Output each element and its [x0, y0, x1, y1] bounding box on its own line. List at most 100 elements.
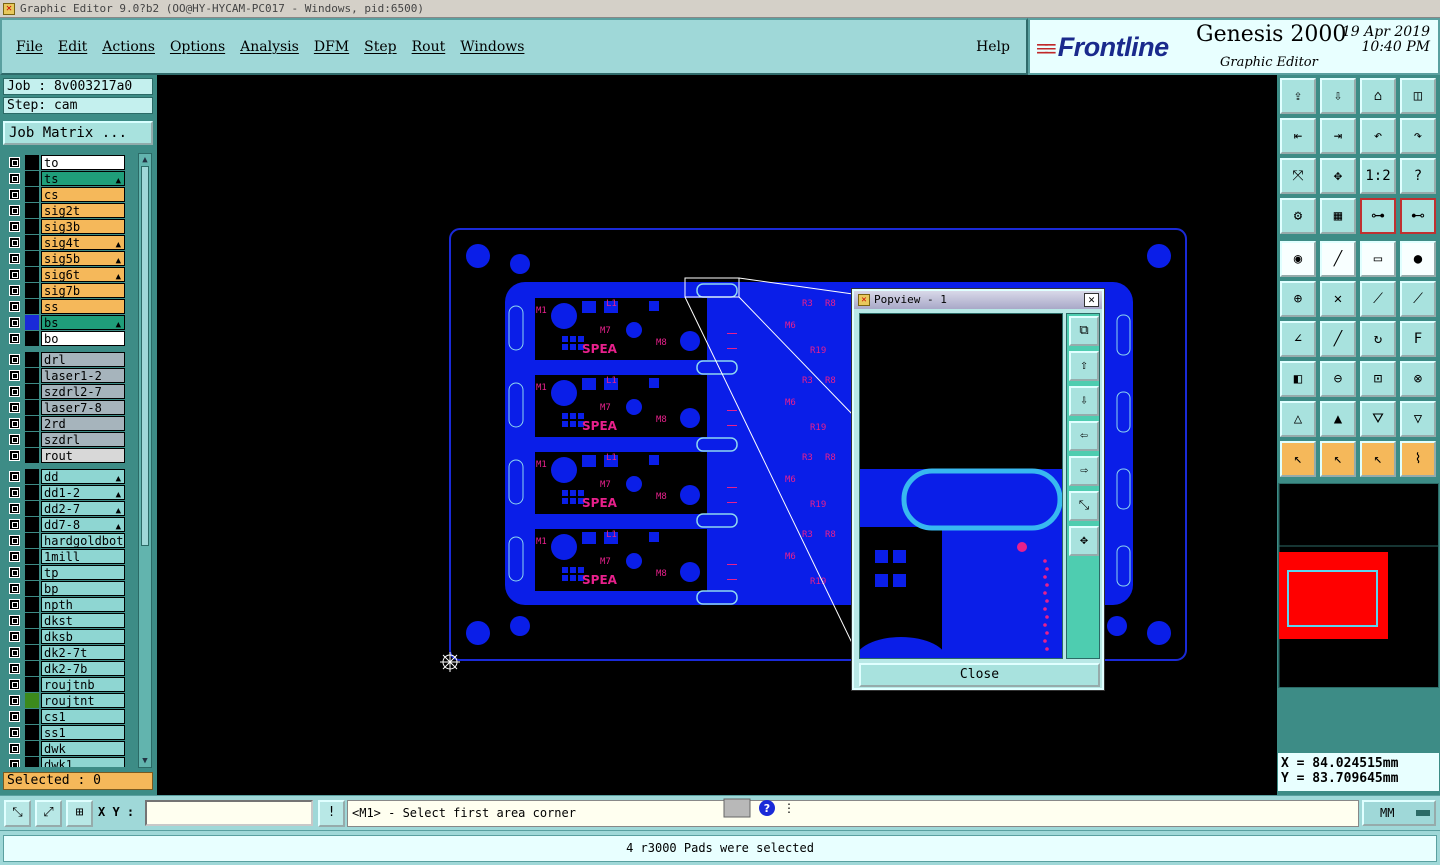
scroll-up-arrow[interactable]: ▲: [139, 154, 151, 166]
layer-checkbox[interactable]: [9, 471, 20, 482]
layer-row[interactable]: sig5b ▲: [5, 251, 126, 266]
layer-work-indicator[interactable]: [25, 517, 39, 532]
net-b-icon[interactable]: ⊷: [1400, 198, 1436, 234]
pan-right-icon[interactable]: ⇥: [1320, 118, 1356, 154]
layer-checkbox[interactable]: [9, 253, 20, 264]
layer-row[interactable]: bo: [5, 331, 126, 346]
layer-work-indicator[interactable]: [25, 267, 39, 282]
layer-checkbox[interactable]: [9, 418, 20, 429]
layer-name[interactable]: sig6t ▲: [41, 267, 125, 282]
layer-name[interactable]: cs: [41, 187, 125, 202]
layer-row[interactable]: rout: [5, 448, 126, 463]
layer-work-indicator[interactable]: [25, 331, 39, 346]
layer-work-indicator[interactable]: [25, 533, 39, 548]
layer-row[interactable]: roujtnt: [5, 693, 126, 708]
layer-row[interactable]: dk2-7b: [5, 661, 126, 676]
layer-name[interactable]: dkst: [41, 613, 125, 628]
layer-work-indicator[interactable]: [25, 384, 39, 399]
layer-work-indicator[interactable]: [25, 448, 39, 463]
layer-checkbox[interactable]: [9, 551, 20, 562]
layer-row[interactable]: dwk1: [5, 757, 126, 767]
layer-name[interactable]: sig7b: [41, 283, 125, 298]
popview-close-button[interactable]: Close: [859, 663, 1100, 687]
menu-edit[interactable]: Edit: [58, 39, 87, 55]
layer-work-indicator[interactable]: [25, 315, 39, 330]
open-step-icon[interactable]: ⇪: [1280, 78, 1316, 114]
layer-name[interactable]: 2rd: [41, 416, 125, 431]
layer-checkbox[interactable]: [9, 269, 20, 280]
layer-work-indicator[interactable]: [25, 187, 39, 202]
layer-name[interactable]: sig3b: [41, 219, 125, 234]
layer-work-indicator[interactable]: [25, 203, 39, 218]
layer-name[interactable]: dd1-2 ▲: [41, 485, 125, 500]
layer-checkbox[interactable]: [9, 503, 20, 514]
alert-icon[interactable]: !: [318, 800, 345, 827]
layer-checkbox[interactable]: [9, 386, 20, 397]
split-view-icon[interactable]: ◫: [1400, 78, 1436, 114]
close-step-icon[interactable]: ⇩: [1320, 78, 1356, 114]
layer-name[interactable]: roujtnb: [41, 677, 125, 692]
layer-work-indicator[interactable]: [25, 352, 39, 367]
units-select[interactable]: MM: [1362, 800, 1436, 826]
layer-name[interactable]: ss: [41, 299, 125, 314]
layer-checkbox[interactable]: [9, 743, 20, 754]
zoom-center-icon[interactable]: ✥: [1320, 158, 1356, 194]
layer-row[interactable]: sig6t ▲: [5, 267, 126, 282]
feature-c-icon[interactable]: ⟋: [1360, 281, 1396, 317]
layer-name[interactable]: roujtnt: [41, 693, 125, 708]
scroll-thumb[interactable]: [141, 166, 149, 546]
popview-zoom-home-icon[interactable]: ✥: [1069, 526, 1099, 556]
layer-name[interactable]: ss1: [41, 725, 125, 740]
layer-work-indicator[interactable]: [25, 400, 39, 415]
layer-checkbox[interactable]: [9, 221, 20, 232]
shape-d-icon[interactable]: ⊗: [1400, 361, 1436, 397]
menu-help[interactable]: Help: [976, 39, 1010, 55]
menu-step[interactable]: Step: [364, 39, 396, 55]
popview-zoom-in-icon[interactable]: ⧉: [1069, 316, 1099, 346]
properties-icon[interactable]: ⚙: [1280, 198, 1316, 234]
layer-checkbox[interactable]: [9, 237, 20, 248]
layer-work-indicator[interactable]: [25, 709, 39, 724]
menu-windows[interactable]: Windows: [460, 39, 524, 55]
layer-work-indicator[interactable]: [25, 155, 39, 170]
popview-title-bar[interactable]: ✕ Popview - 1: [854, 291, 1102, 309]
layer-row[interactable]: 1mill: [5, 549, 126, 564]
layer-name[interactable]: npth: [41, 597, 125, 612]
layer-work-indicator[interactable]: [25, 283, 39, 298]
text-icon[interactable]: F: [1400, 321, 1436, 357]
layer-checkbox[interactable]: [9, 567, 20, 578]
layer-checkbox[interactable]: [9, 189, 20, 200]
popview-pan-right-icon[interactable]: ⇨: [1069, 456, 1099, 486]
layer-checkbox[interactable]: [9, 663, 20, 674]
layer-scrollbar[interactable]: ▲ ▼: [138, 153, 152, 768]
popview-pan-up-icon[interactable]: ⇧: [1069, 351, 1099, 381]
layer-row[interactable]: npth: [5, 597, 126, 612]
layer-name[interactable]: tp: [41, 565, 125, 580]
layer-work-indicator[interactable]: [25, 485, 39, 500]
layer-work-indicator[interactable]: [25, 501, 39, 516]
grid-mode-icon[interactable]: ⊞: [66, 800, 93, 827]
pan-left-icon[interactable]: ⇤: [1280, 118, 1316, 154]
xy-input[interactable]: [145, 800, 313, 826]
triangle-a-icon[interactable]: △: [1280, 401, 1316, 437]
arc-icon[interactable]: ↻: [1360, 321, 1396, 357]
popview-close-icon[interactable]: ✕: [1084, 293, 1099, 307]
measure-mode-icon[interactable]: ⤢: [35, 800, 62, 827]
layer-work-indicator[interactable]: [25, 725, 39, 740]
zoom-fit-icon[interactable]: ⤧: [1280, 158, 1316, 194]
layer-name[interactable]: dd2-7 ▲: [41, 501, 125, 516]
layer-row[interactable]: ss: [5, 299, 126, 314]
zoom-one-icon[interactable]: 1:2: [1360, 158, 1396, 194]
layer-work-indicator[interactable]: [25, 757, 39, 767]
layer-work-indicator[interactable]: [25, 171, 39, 186]
layer-row[interactable]: dwk: [5, 741, 126, 756]
job-matrix-button[interactable]: Job Matrix ...: [3, 121, 153, 145]
route-icon[interactable]: ⌇: [1400, 441, 1436, 477]
layer-checkbox[interactable]: [9, 727, 20, 738]
layer-work-indicator[interactable]: [25, 469, 39, 484]
layer-row[interactable]: laser1-2: [5, 368, 126, 383]
layer-name[interactable]: szdrl: [41, 432, 125, 447]
layer-work-indicator[interactable]: [25, 416, 39, 431]
layer-name[interactable]: bp: [41, 581, 125, 596]
layer-checkbox[interactable]: [9, 301, 20, 312]
